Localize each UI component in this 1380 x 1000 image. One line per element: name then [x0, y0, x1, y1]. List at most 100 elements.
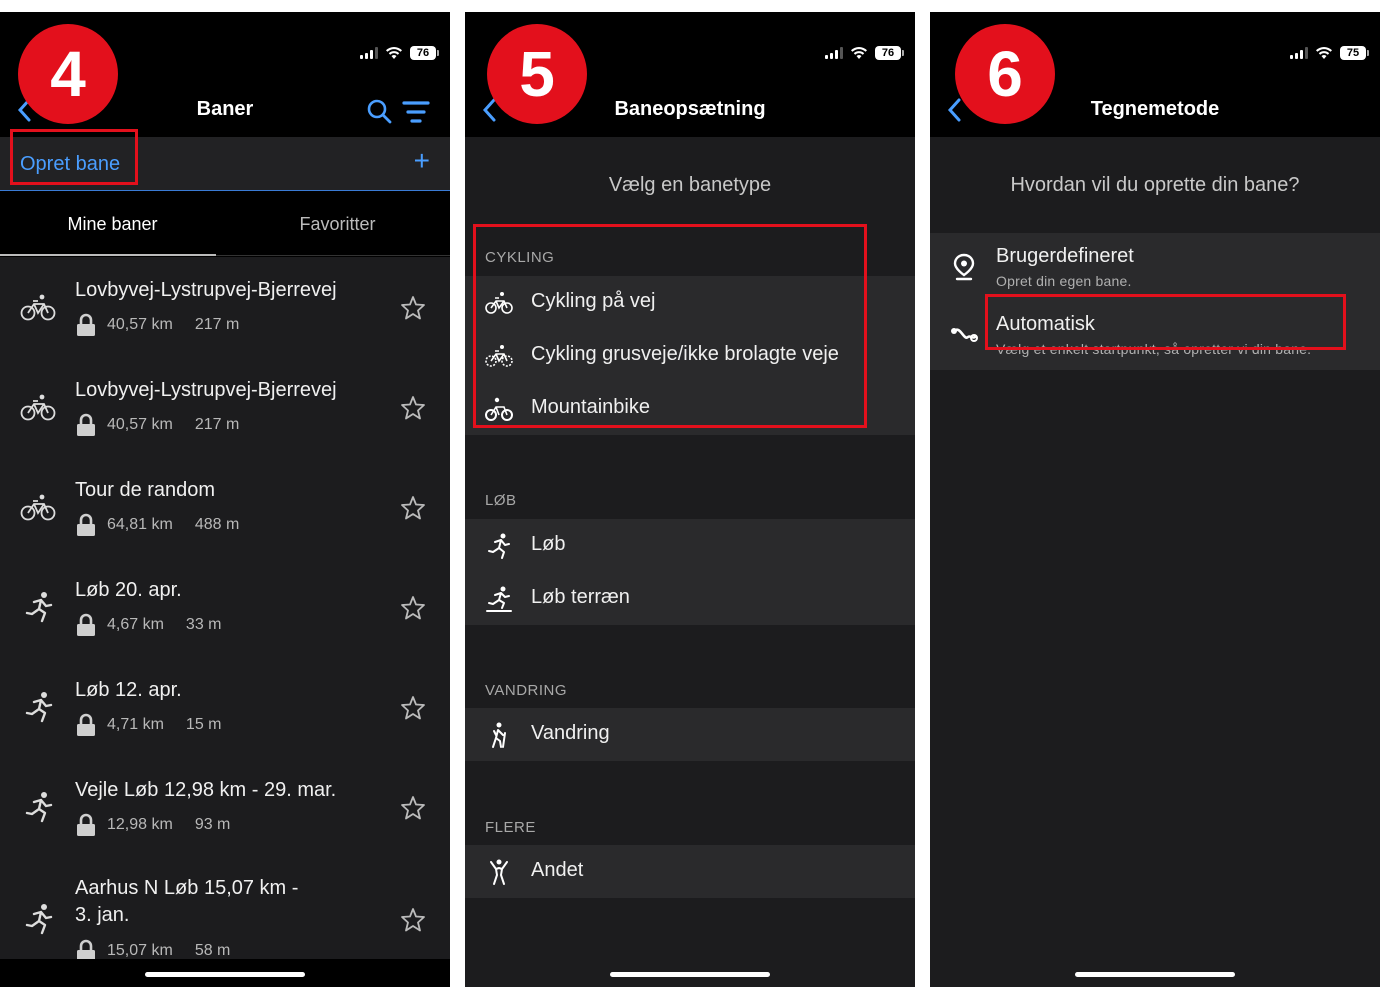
- course-name: Lovbyvej-Lystrupvej-Bjerrevej: [75, 279, 337, 301]
- course-meta: 4,67 km 33 m: [75, 613, 222, 637]
- run-icon: [25, 692, 53, 723]
- section-label-more: FLERE: [485, 819, 536, 836]
- course-type-label: Andet: [531, 859, 584, 881]
- page-subtitle: Vælg en banetype: [608, 174, 772, 196]
- star-favorite-icon[interactable]: [400, 795, 426, 821]
- course-elevation: 488 m: [194, 516, 240, 533]
- step-badge-6: 6: [955, 24, 1055, 124]
- battery-icon: 75: [1340, 46, 1369, 60]
- course-type-label: Løb terræn: [531, 586, 630, 608]
- course-meta: 64,81 km 488 m: [75, 513, 239, 537]
- course-elevation: 58 m: [194, 942, 231, 959]
- course-row[interactable]: Løb 20. apr. 4,67 km 33 m: [0, 557, 450, 657]
- course-meta: 15,07 km 58 m: [75, 939, 230, 959]
- course-name: Løb 12. apr.: [75, 679, 182, 701]
- setup-body: Vælg en banetype CYKLING Cykling på vej …: [465, 137, 915, 987]
- course-type-trail-running[interactable]: Løb terræn: [465, 572, 915, 625]
- course-type-hiking[interactable]: Vandring: [465, 708, 915, 761]
- signal-icon: [1290, 47, 1308, 59]
- course-row[interactable]: Aarhus N Løb 15,07 km - 3. jan. 15,07 km 5…: [0, 857, 450, 959]
- course-elevation: 217 m: [194, 416, 240, 433]
- course-type-other[interactable]: Andet: [465, 845, 915, 898]
- star-favorite-icon[interactable]: [400, 695, 426, 721]
- course-row[interactable]: Tour de random 64,81 km 488 m: [0, 457, 450, 557]
- course-meta: 12,98 km 93 m: [75, 813, 230, 837]
- course-distance: 4,67 km: [107, 616, 164, 633]
- section-more: Andet: [465, 845, 915, 898]
- course-row[interactable]: Løb 12. apr. 4,71 km 15 m: [0, 657, 450, 757]
- course-meta: 40,57 km 217 m: [75, 313, 239, 337]
- course-type-label: Cykling på vej: [531, 290, 656, 312]
- course-row[interactable]: Vejle Løb 12,98 km - 29. mar. 12,98 km 93 …: [0, 757, 450, 857]
- star-favorite-icon[interactable]: [400, 495, 426, 521]
- trail-run-icon: [486, 586, 512, 612]
- course-distance: 40,57 km: [107, 416, 173, 433]
- gravel-bike-icon: [485, 345, 513, 367]
- course-meta: 40,57 km 217 m: [75, 413, 239, 437]
- run-icon: [25, 592, 53, 623]
- road-bike-icon: [485, 292, 513, 314]
- course-type-road-cycling[interactable]: Cykling på vej: [465, 276, 915, 329]
- lock-icon: [77, 313, 95, 336]
- option-automatic[interactable]: Automatisk Vælg et enkelt startpunkt, så…: [930, 301, 1380, 369]
- course-type-mountainbike[interactable]: Mountainbike: [465, 382, 915, 435]
- wifi-icon: [1316, 47, 1332, 59]
- map-pin-icon: [953, 253, 975, 281]
- section-label-hiking: VANDRING: [485, 682, 568, 699]
- courses-screen: 76 Baner Opret bane + Mine baner Favorit…: [0, 12, 450, 987]
- bike-icon: [20, 294, 56, 321]
- option-description: Vælg et enkelt startpunkt, så opretter v…: [996, 341, 1312, 357]
- page-subtitle: Hvordan vil du oprette din bane?: [1010, 174, 1300, 196]
- star-favorite-icon[interactable]: [400, 595, 426, 621]
- course-type-label: Vandring: [531, 722, 610, 744]
- signal-icon: [360, 47, 378, 59]
- mountain-bike-icon: [485, 397, 513, 421]
- section-label-cycling: CYKLING: [485, 249, 555, 266]
- option-description: Opret din egen bane.: [996, 273, 1132, 289]
- hiking-icon: [492, 722, 506, 748]
- course-elevation: 33 m: [185, 616, 222, 633]
- course-distance: 15,07 km: [107, 942, 173, 959]
- course-type-label: Cykling grusveje/ikke brolagte veje: [531, 343, 839, 365]
- star-favorite-icon[interactable]: [400, 395, 426, 421]
- tab-favorites[interactable]: Favoritter: [225, 192, 450, 256]
- section-hiking: Vandring: [465, 708, 915, 761]
- bike-icon: [20, 494, 56, 521]
- course-distance: 12,98 km: [107, 816, 173, 833]
- filter-icon[interactable]: [402, 100, 430, 124]
- course-name: Lovbyvej-Lystrupvej-Bjerrevej: [75, 379, 337, 401]
- signal-icon: [825, 47, 843, 59]
- lock-icon: [77, 713, 95, 736]
- route-squiggle-icon: [951, 328, 978, 342]
- status-bar: 76: [360, 44, 439, 62]
- course-row[interactable]: Lovbyvej-Lystrupvej-Bjerrevej 40,57 km 217…: [0, 357, 450, 457]
- status-bar: 75: [1290, 44, 1369, 62]
- search-icon[interactable]: [366, 98, 392, 124]
- course-name: Vejle Løb 12,98 km - 29. mar.: [75, 779, 337, 801]
- option-custom[interactable]: Brugerdefineret Opret din egen bane.: [930, 233, 1380, 301]
- section-label-running: LØB: [485, 492, 517, 509]
- home-indicator: [610, 972, 770, 977]
- option-title: Brugerdefineret: [996, 245, 1134, 267]
- course-elevation: 93 m: [194, 816, 231, 833]
- lock-icon: [77, 513, 95, 536]
- course-type-running[interactable]: Løb: [465, 519, 915, 572]
- star-favorite-icon[interactable]: [400, 295, 426, 321]
- tab-bar: Mine baner Favoritter: [0, 192, 450, 256]
- home-indicator: [1075, 972, 1235, 977]
- course-type-gravel-cycling[interactable]: Cykling grusveje/ikke brolagte veje: [465, 329, 915, 382]
- run-icon: [488, 533, 510, 559]
- battery-level: 76: [416, 47, 430, 59]
- course-row[interactable]: Lovbyvej-Lystrupvej-Bjerrevej 40,57 km 217…: [0, 257, 450, 357]
- create-course-row[interactable]: Opret bane +: [0, 137, 450, 191]
- tab-my-courses[interactable]: Mine baner: [0, 192, 225, 256]
- drawing-options: Brugerdefineret Opret din egen bane. Aut…: [930, 233, 1380, 370]
- battery-icon: 76: [410, 46, 439, 60]
- plus-icon[interactable]: +: [414, 147, 430, 175]
- star-favorite-icon[interactable]: [400, 907, 426, 933]
- other-activity-icon: [490, 859, 508, 885]
- course-type-label: Løb: [531, 533, 566, 555]
- tab-active-indicator: [0, 254, 216, 256]
- lock-icon: [77, 813, 95, 836]
- section-running: Løb Løb terræn: [465, 519, 915, 625]
